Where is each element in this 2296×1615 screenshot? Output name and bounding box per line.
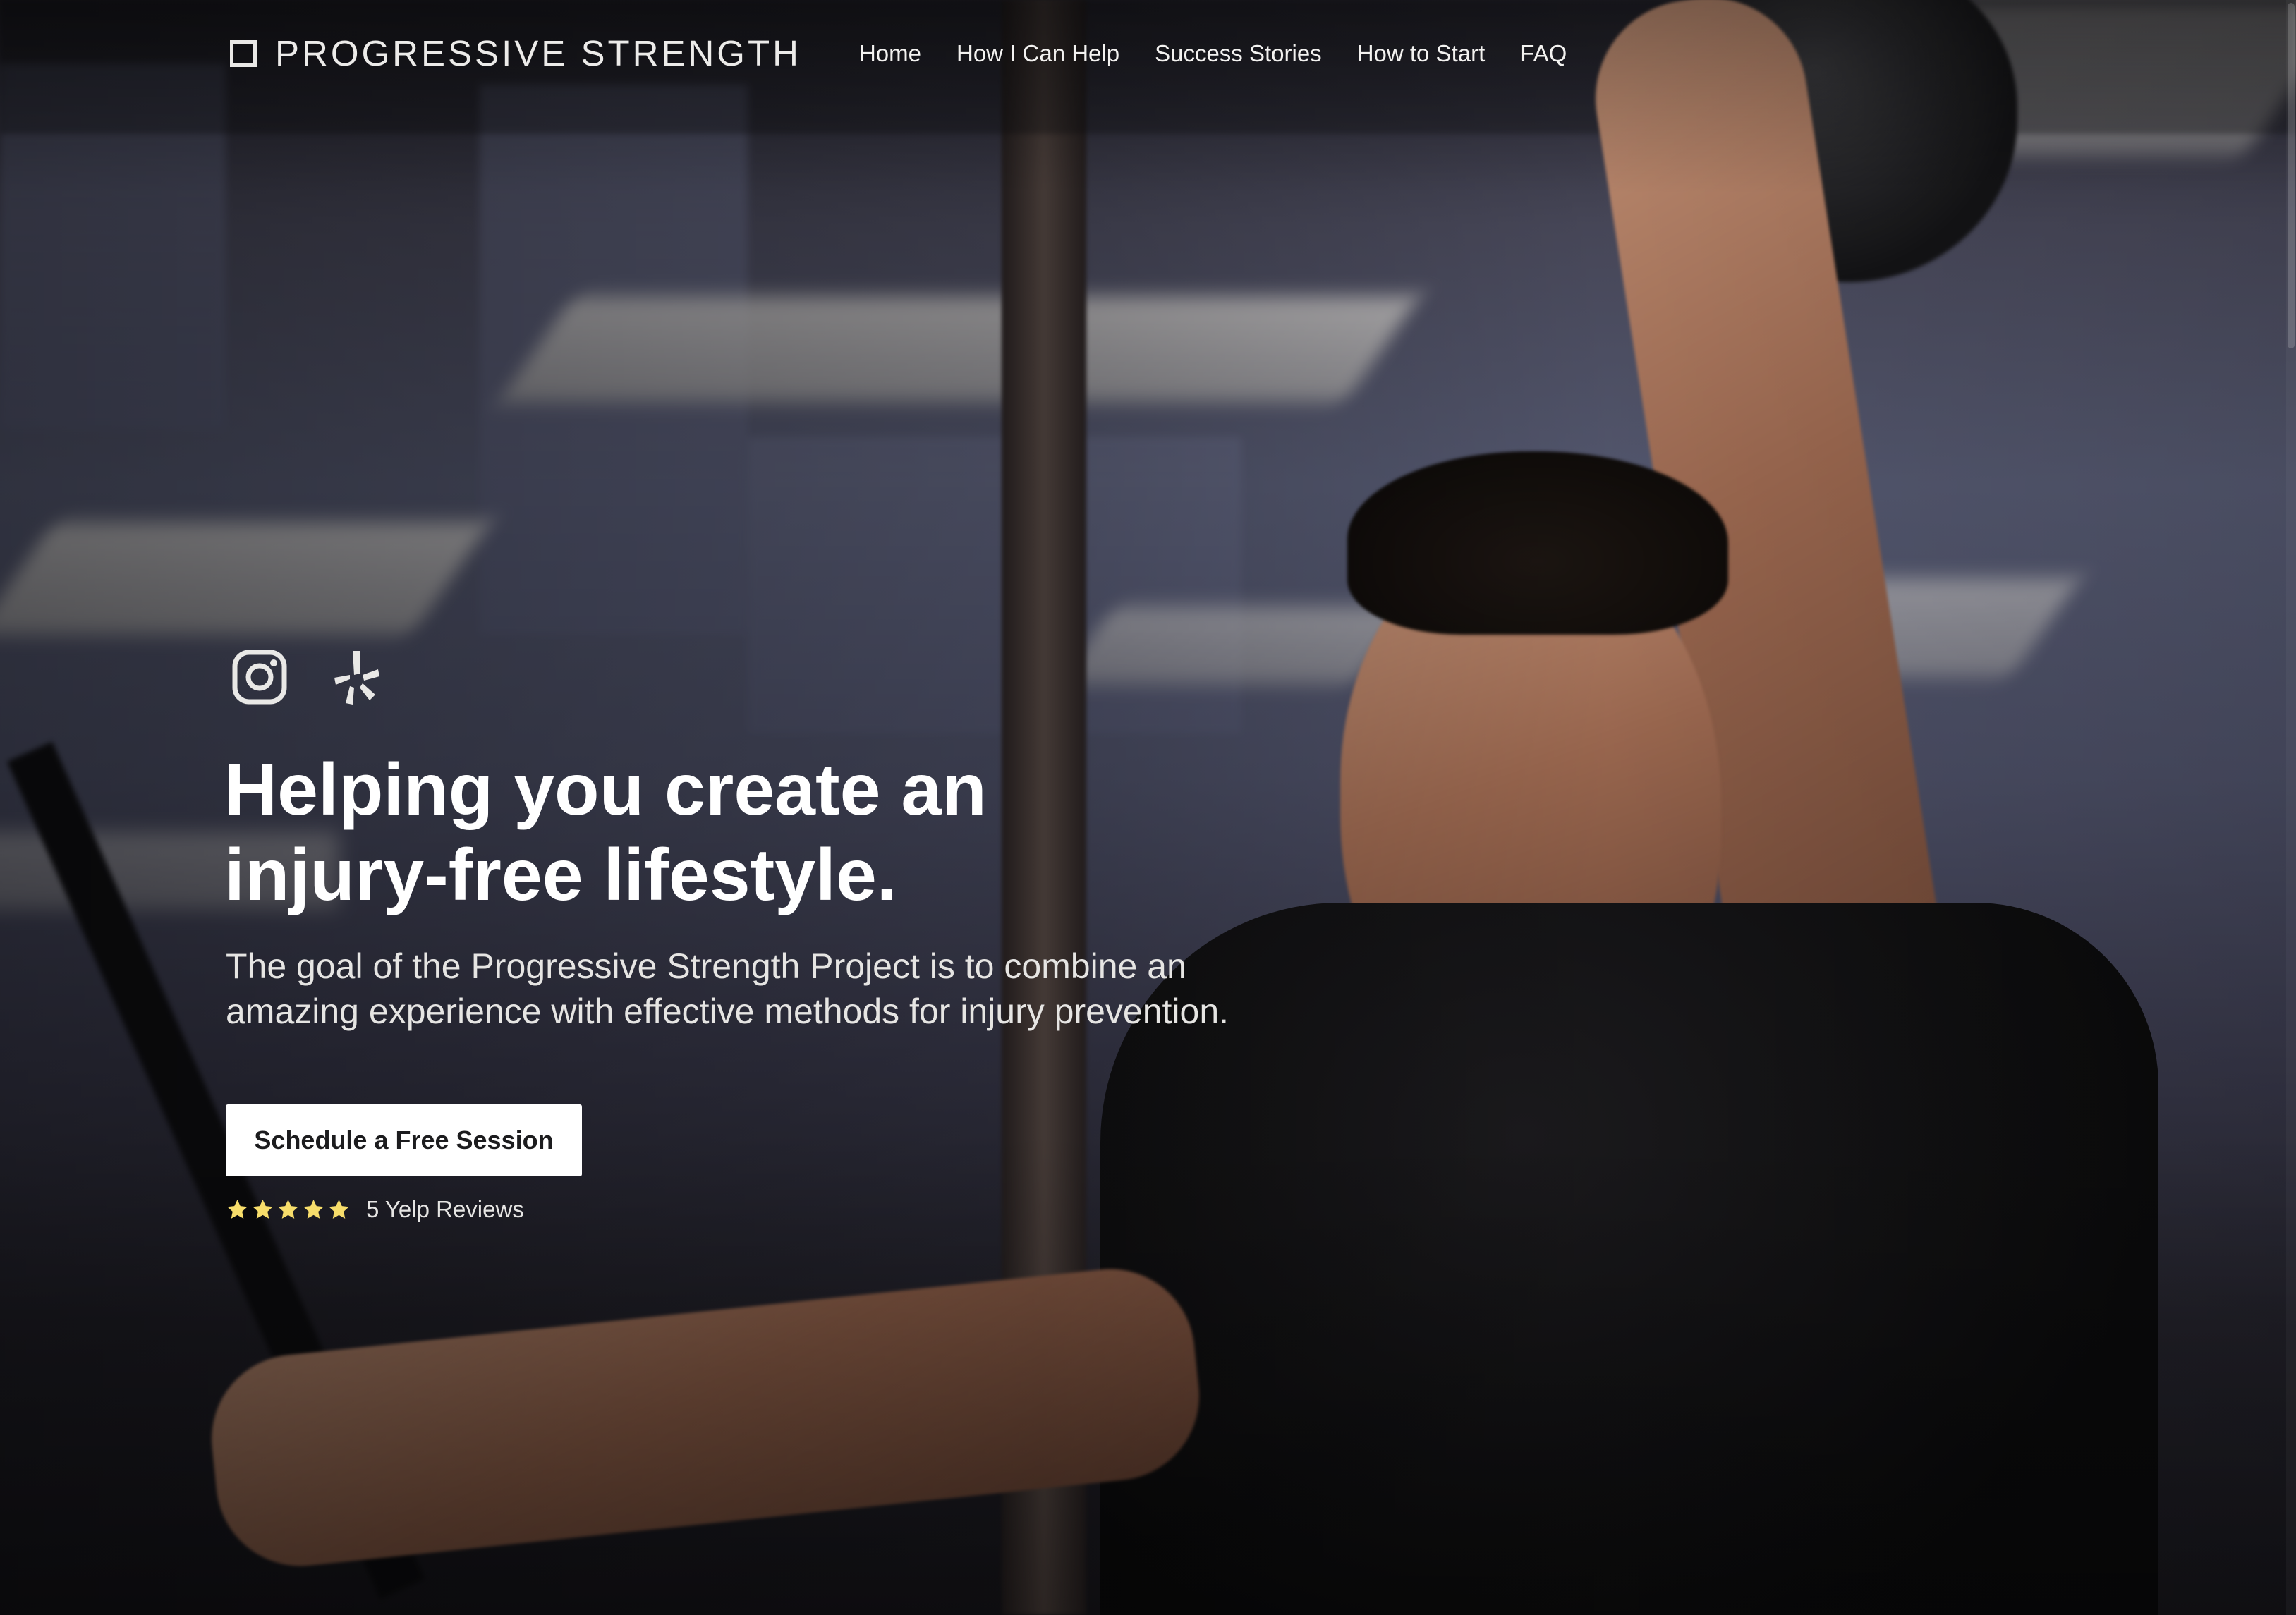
yelp-reviews-link[interactable]: 5 Yelp Reviews <box>366 1196 524 1223</box>
star-rating <box>226 1198 351 1221</box>
scrollbar-thumb[interactable] <box>2288 3 2295 348</box>
nav-links: Home How I Can Help Success Stories How … <box>859 40 1567 67</box>
social-links <box>231 649 379 705</box>
instagram-icon <box>232 650 287 705</box>
yelp-link[interactable] <box>334 650 379 705</box>
hero-title-line-2: injury-free lifestyle. <box>224 834 897 916</box>
hero-title: Helping you create an injury-free lifest… <box>224 748 1071 918</box>
star-icon <box>227 1199 248 1219</box>
hero-subtitle-line-2: amazing experience with effective method… <box>226 992 1229 1031</box>
hero-title-line-1: Helping you create an <box>224 749 987 831</box>
star-icon <box>329 1199 349 1219</box>
star-icon <box>253 1199 273 1219</box>
hero-subtitle: The goal of the Progressive Strength Pro… <box>226 944 1354 1034</box>
hero-subtitle-line-1: The goal of the Progressive Strength Pro… <box>226 946 1186 986</box>
nav-link-how-i-can-help[interactable]: How I Can Help <box>956 40 1119 67</box>
star-icon <box>303 1199 324 1219</box>
logo-square-icon <box>230 39 257 67</box>
nav-link-home[interactable]: Home <box>859 40 921 67</box>
page-scrollbar[interactable] <box>2286 0 2296 1615</box>
nav-link-success-stories[interactable]: Success Stories <box>1155 40 1322 67</box>
instagram-link[interactable] <box>231 649 288 705</box>
main-navigation: PROGRESSIVE STRENGTH Home How I Can Help… <box>230 32 1567 74</box>
nav-link-faq[interactable]: FAQ <box>1520 40 1567 67</box>
hero-section: PROGRESSIVE STRENGTH Home How I Can Help… <box>0 0 2296 1615</box>
nav-link-how-to-start[interactable]: How to Start <box>1357 40 1486 67</box>
schedule-free-session-button[interactable]: Schedule a Free Session <box>226 1104 582 1176</box>
brand-name: PROGRESSIVE STRENGTH <box>275 33 801 73</box>
yelp-icon <box>334 651 379 705</box>
yelp-rating: 5 Yelp Reviews <box>226 1196 524 1223</box>
site-logo[interactable]: PROGRESSIVE STRENGTH <box>230 32 801 74</box>
star-icon <box>278 1199 298 1219</box>
